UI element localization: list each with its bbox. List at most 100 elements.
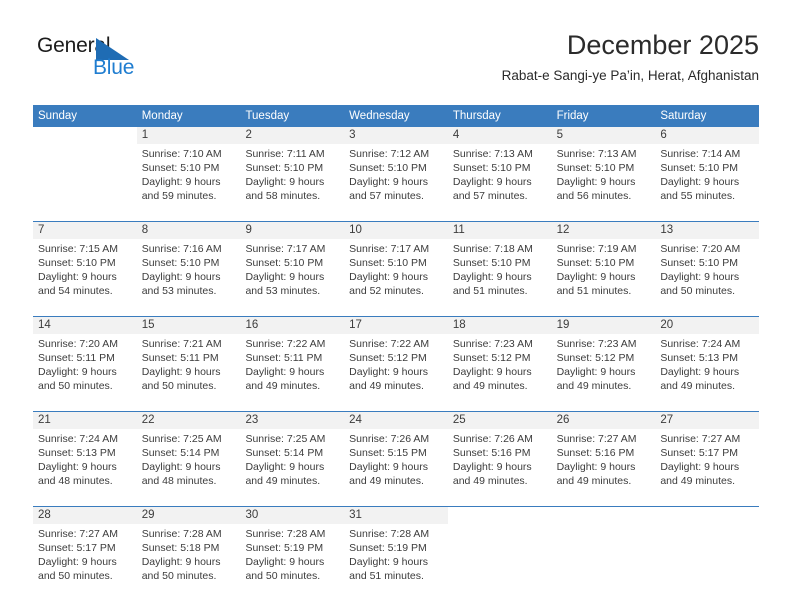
daylight-text: Daylight: 9 hours: [556, 176, 636, 188]
day-number: 31: [349, 509, 362, 521]
daylight-text: Daylight: 9 hours: [452, 461, 532, 473]
day-cell[interactable]: 20 Sunrise: 7:24 AM Sunset: 5:13 PM Dayligh…: [655, 317, 760, 406]
sunrise-text: Sunrise: 7:23 AM: [452, 338, 533, 350]
daylight-text: Daylight: 9 hours: [141, 271, 221, 283]
day-cell[interactable]: 11 Sunrise: 7:18 AM Sunset: 5:10 PM Dayligh…: [447, 222, 552, 311]
weekday-header-monday: Monday: [141, 110, 183, 122]
daylight-text: Daylight: 9 hours: [141, 461, 221, 473]
page-title: December 2025: [566, 30, 759, 60]
daylight-text: Daylight: 9 hours: [660, 461, 740, 473]
daylight-text: Daylight: 9 hours: [452, 366, 532, 378]
day-details: [448, 524, 552, 527]
day-number-band: 1: [136, 127, 241, 144]
day-details: Sunrise: 7:16 AM Sunset: 5:10 PM Daylight:…: [137, 239, 241, 298]
daylight-text: Daylight: 9 hours: [349, 271, 428, 283]
daylight-text: Daylight: 9 hours: [349, 556, 428, 568]
daylight-text: Daylight: 9 hours: [245, 176, 325, 188]
day-cell[interactable]: 30 Sunrise: 7:28 AM Sunset: 5:19 PM Dayligh…: [240, 507, 345, 596]
day-number-band: [447, 507, 552, 524]
daylight-text: and 50 minutes.: [38, 380, 113, 392]
daylight-text: Daylight: 9 hours: [660, 176, 740, 188]
day-number: 16: [245, 319, 259, 331]
day-details: Sunrise: 7:25 AM Sunset: 5:14 PM Daylight:…: [137, 429, 241, 488]
day-details: Sunrise: 7:13 AM Sunset: 5:10 PM Daylight:…: [552, 144, 656, 203]
day-number-band: [551, 507, 656, 524]
day-details: Sunrise: 7:28 AM Sunset: 5:19 PM Daylight:…: [344, 524, 448, 583]
sunset-text: Sunset: 5:10 PM: [452, 162, 531, 174]
day-cell[interactable]: 31 Sunrise: 7:28 AM Sunset: 5:19 PM Dayligh…: [344, 507, 448, 596]
sunrise-text: Sunrise: 7:27 AM: [660, 433, 741, 445]
daylight-text: Daylight: 9 hours: [556, 461, 636, 473]
day-cell[interactable]: 8 Sunrise: 7:16 AM Sunset: 5:10 PM Daylight…: [136, 222, 241, 311]
day-cell[interactable]: 29 Sunrise: 7:28 AM Sunset: 5:18 PM Dayligh…: [136, 507, 241, 596]
day-cell-empty: [551, 507, 656, 596]
day-number-band: 8: [136, 222, 241, 239]
day-cell[interactable]: 10 Sunrise: 7:17 AM Sunset: 5:10 PM Dayligh…: [344, 222, 448, 311]
sunset-text: Sunset: 5:11 PM: [38, 352, 115, 364]
day-cell[interactable]: 25 Sunrise: 7:26 AM Sunset: 5:16 PM Dayligh…: [447, 412, 552, 501]
daylight-text: and 53 minutes.: [141, 285, 217, 297]
sunset-text: Sunset: 5:10 PM: [660, 162, 738, 174]
daylight-text: and 50 minutes.: [141, 380, 217, 392]
day-number: 17: [349, 319, 362, 331]
day-cell[interactable]: 16 Sunrise: 7:22 AM Sunset: 5:11 PM Dayligh…: [240, 317, 345, 406]
sunset-text: Sunset: 5:14 PM: [141, 447, 220, 459]
sunset-text: Sunset: 5:10 PM: [660, 257, 738, 269]
day-cell[interactable]: 28 Sunrise: 7:27 AM Sunset: 5:17 PM Dayligh…: [33, 507, 137, 596]
day-cell[interactable]: 21 Sunrise: 7:24 AM Sunset: 5:13 PM Dayligh…: [33, 412, 137, 501]
day-number: 14: [38, 319, 51, 331]
day-cell[interactable]: 2 Sunrise: 7:11 AM Sunset: 5:10 PM Daylight…: [240, 127, 345, 216]
sunrise-text: Sunrise: 7:28 AM: [245, 528, 326, 540]
day-cell[interactable]: 12 Sunrise: 7:19 AM Sunset: 5:10 PM Dayligh…: [551, 222, 656, 311]
day-cell[interactable]: 14 Sunrise: 7:20 AM Sunset: 5:11 PM Dayligh…: [33, 317, 137, 406]
daylight-text: Daylight: 9 hours: [245, 366, 325, 378]
daylight-text: and 48 minutes.: [38, 475, 113, 487]
day-number: 21: [38, 414, 51, 426]
day-cell[interactable]: 3 Sunrise: 7:12 AM Sunset: 5:10 PM Daylight…: [344, 127, 448, 216]
day-number-band: 26: [551, 412, 656, 429]
sunset-text: Sunset: 5:10 PM: [141, 162, 220, 174]
day-cell-empty: [447, 507, 552, 596]
sunset-text: Sunset: 5:12 PM: [349, 352, 427, 364]
day-details: Sunrise: 7:20 AM Sunset: 5:10 PM Daylight:…: [655, 239, 759, 298]
week-cells: 28 Sunrise: 7:27 AM Sunset: 5:17 PM Dayligh…: [33, 507, 760, 596]
day-cell[interactable]: 9 Sunrise: 7:17 AM Sunset: 5:10 PM Daylight…: [240, 222, 345, 311]
sunset-text: Sunset: 5:10 PM: [245, 257, 324, 269]
day-number-band: 30: [240, 507, 345, 524]
day-cell[interactable]: 6 Sunrise: 7:14 AM Sunset: 5:10 PM Daylight…: [655, 127, 760, 216]
day-cell[interactable]: 15 Sunrise: 7:21 AM Sunset: 5:11 PM Dayligh…: [136, 317, 241, 406]
day-cell[interactable]: 1 Sunrise: 7:10 AM Sunset: 5:10 PM Daylight…: [136, 127, 241, 216]
sunrise-text: Sunrise: 7:20 AM: [660, 243, 741, 255]
day-number: 7: [38, 224, 45, 236]
daylight-text: and 56 minutes.: [556, 190, 632, 202]
sunset-text: Sunset: 5:10 PM: [141, 257, 220, 269]
day-cell[interactable]: 27 Sunrise: 7:27 AM Sunset: 5:17 PM Dayligh…: [655, 412, 760, 501]
day-number: 9: [245, 224, 252, 236]
day-number-band: 16: [240, 317, 345, 334]
day-number-band: 14: [33, 317, 137, 334]
daylight-text: Daylight: 9 hours: [141, 556, 221, 568]
day-cell[interactable]: 18 Sunrise: 7:23 AM Sunset: 5:12 PM Dayligh…: [447, 317, 552, 406]
day-cell[interactable]: 19 Sunrise: 7:23 AM Sunset: 5:12 PM Dayligh…: [551, 317, 656, 406]
day-number: 15: [141, 319, 155, 331]
day-cell[interactable]: 13 Sunrise: 7:20 AM Sunset: 5:10 PM Dayligh…: [655, 222, 760, 311]
day-cell[interactable]: 26 Sunrise: 7:27 AM Sunset: 5:16 PM Dayligh…: [551, 412, 656, 501]
calendar-week-row: 21 Sunrise: 7:24 AM Sunset: 5:13 PM Dayligh…: [33, 411, 760, 506]
sunset-text: Sunset: 5:13 PM: [38, 447, 116, 459]
day-cell[interactable]: 17 Sunrise: 7:22 AM Sunset: 5:12 PM Dayligh…: [344, 317, 448, 406]
day-cell[interactable]: 5 Sunrise: 7:13 AM Sunset: 5:10 PM Daylight…: [551, 127, 656, 216]
day-cell[interactable]: 7 Sunrise: 7:15 AM Sunset: 5:10 PM Daylight…: [33, 222, 137, 311]
daylight-text: Daylight: 9 hours: [349, 461, 428, 473]
daylight-text: Daylight: 9 hours: [245, 461, 325, 473]
week-spacer: [33, 596, 759, 601]
calendar-week-row: 1 Sunrise: 7:10 AM Sunset: 5:10 PM Daylight…: [33, 127, 760, 221]
daylight-text: Daylight: 9 hours: [38, 461, 117, 473]
daylight-text: and 49 minutes.: [556, 475, 632, 487]
weekday-header-wednesday: Wednesday: [349, 110, 410, 122]
day-number: 30: [245, 509, 259, 521]
daylight-text: and 57 minutes.: [349, 190, 424, 202]
day-cell[interactable]: 24 Sunrise: 7:26 AM Sunset: 5:15 PM Dayligh…: [344, 412, 448, 501]
day-cell[interactable]: 23 Sunrise: 7:25 AM Sunset: 5:14 PM Dayligh…: [240, 412, 345, 501]
day-cell[interactable]: 22 Sunrise: 7:25 AM Sunset: 5:14 PM Dayligh…: [136, 412, 241, 501]
day-cell[interactable]: 4 Sunrise: 7:13 AM Sunset: 5:10 PM Daylight…: [447, 127, 552, 216]
